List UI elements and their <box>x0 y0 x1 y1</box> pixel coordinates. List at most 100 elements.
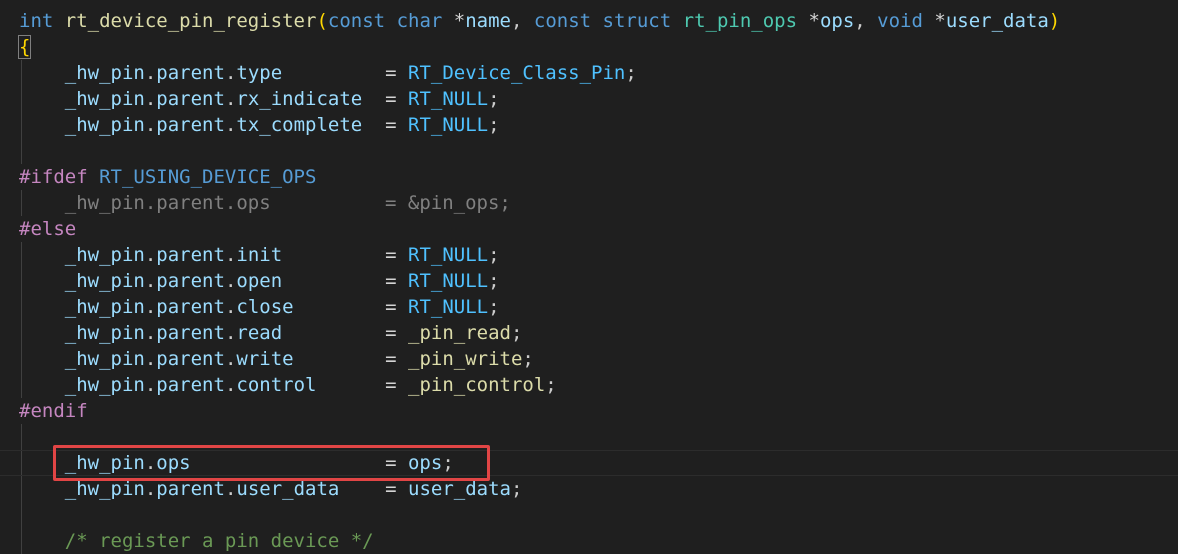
member-parent: parent <box>156 374 225 396</box>
assign-operator: = <box>385 88 409 110</box>
open-brace-matched: { <box>17 35 32 59</box>
code-editor[interactable]: int rt_device_pin_register(const char *n… <box>0 0 1178 554</box>
dot: . <box>224 62 237 84</box>
dot: . <box>224 88 237 110</box>
member-parent: parent <box>156 88 225 110</box>
code-line-assign-open[interactable]: _hw_pin.parent.open = RT_NULL; <box>19 268 500 294</box>
assign-operator: = <box>385 348 408 370</box>
member-parent: parent <box>156 244 225 266</box>
dot: . <box>224 296 237 318</box>
assigned-value: RT_NULL <box>408 296 489 318</box>
object-name: _hw_pin <box>64 114 145 136</box>
code-line-comment[interactable]: /* register a pin device */ <box>19 528 374 554</box>
indent-guide <box>21 424 22 450</box>
void-keyword: void <box>877 10 923 32</box>
dot: . <box>224 374 237 396</box>
member-parent: parent <box>156 478 225 500</box>
object-name: _hw_pin <box>64 88 145 110</box>
preprocessor-ifdef: #ifdef <box>19 166 88 188</box>
code-line-assign-type[interactable]: _hw_pin.parent.type = RT_Device_Class_Pi… <box>19 60 637 86</box>
member-field: control <box>236 374 317 396</box>
code-line-assign-write[interactable]: _hw_pin.parent.write = _pin_write; <box>19 346 534 372</box>
code-line-open-brace[interactable]: { <box>17 34 32 60</box>
assign-operator: = <box>385 296 408 318</box>
close-paren: ) <box>1048 10 1061 32</box>
member-parent: parent <box>156 62 225 84</box>
padding <box>339 478 385 500</box>
assigned-value: RT_NULL <box>408 244 489 266</box>
assigned-function: _pin_write <box>408 348 523 370</box>
code-line-else[interactable]: #else <box>19 216 76 242</box>
semicolon: ; <box>488 88 500 110</box>
pointer-star: * <box>934 10 946 32</box>
comma: , <box>854 10 878 32</box>
code-line-inactive-ops[interactable]: _hw_pin.parent.ops = &pin_ops; <box>19 190 511 216</box>
assign-operator: = <box>385 114 409 136</box>
assign-operator: = <box>385 374 408 396</box>
dot: . <box>224 244 237 266</box>
param-name: name <box>465 10 511 32</box>
assign-operator: = <box>385 62 408 84</box>
assigned-value: RT_Device_Class_Pin <box>408 62 626 84</box>
const-keyword: const <box>533 10 592 32</box>
object-name: _hw_pin <box>64 348 145 370</box>
object-name: _hw_pin <box>64 244 145 266</box>
pointer-star: * <box>808 10 820 32</box>
open-paren: ( <box>316 10 328 32</box>
param-ops: ops <box>819 10 855 32</box>
dot: . <box>224 270 237 292</box>
code-line-signature[interactable]: int rt_device_pin_register(const char *n… <box>19 8 1060 34</box>
dot: . <box>144 478 157 500</box>
semicolon: ; <box>488 296 500 318</box>
member-field: open <box>236 270 283 292</box>
code-line-assign-rx-indicate[interactable]: _hw_pin.parent.rx_indicate = RT_NULL; <box>19 86 500 112</box>
semicolon: ; <box>510 322 523 344</box>
member-parent: parent <box>156 348 225 370</box>
indent-guide <box>21 502 22 528</box>
member-parent: parent <box>156 114 225 136</box>
semicolon: ; <box>488 114 500 136</box>
padding <box>362 114 385 136</box>
annotation-highlight-box <box>53 445 490 481</box>
member-field: read <box>236 322 283 344</box>
padding <box>294 296 386 318</box>
member-field: user_data <box>236 478 340 500</box>
dot: . <box>144 348 157 370</box>
code-line-assign-control[interactable]: _hw_pin.parent.control = _pin_control; <box>19 372 557 398</box>
semicolon: ; <box>625 62 637 84</box>
preprocessor-macro: RT_USING_DEVICE_OPS <box>99 166 317 188</box>
comma: , <box>511 10 534 32</box>
semicolon: ; <box>545 374 557 396</box>
code-line-assign-close[interactable]: _hw_pin.parent.close = RT_NULL; <box>19 294 500 320</box>
dot: . <box>224 348 237 370</box>
const-keyword: const <box>327 10 386 32</box>
code-line-ifdef[interactable]: #ifdef RT_USING_DEVICE_OPS <box>19 164 316 190</box>
member-field: init <box>236 244 283 266</box>
struct-keyword: struct <box>602 10 672 32</box>
preprocessor-endif: #endif <box>19 400 88 422</box>
assign-operator: = <box>385 478 408 500</box>
object-name: _hw_pin <box>64 322 145 344</box>
member-field: type <box>236 62 283 84</box>
padding <box>362 88 385 110</box>
preprocessor-else: #else <box>19 218 77 240</box>
padding <box>294 348 386 370</box>
dot: . <box>144 244 157 266</box>
assigned-function: _pin_read <box>408 322 511 344</box>
dot: . <box>144 296 157 318</box>
code-line-assign-read[interactable]: _hw_pin.parent.read = _pin_read; <box>19 320 523 346</box>
dot: . <box>144 88 157 110</box>
object-name: _hw_pin <box>64 62 145 84</box>
code-line-endif[interactable]: #endif <box>19 398 88 424</box>
semicolon: ; <box>488 244 500 266</box>
assign-operator: = <box>385 270 408 292</box>
dot: . <box>144 270 157 292</box>
dot: . <box>224 114 237 136</box>
object-name: _hw_pin <box>64 374 145 396</box>
padding <box>282 62 385 84</box>
assigned-function: _pin_control <box>408 374 546 396</box>
dot: . <box>144 322 157 344</box>
code-line-assign-init[interactable]: _hw_pin.parent.init = RT_NULL; <box>19 242 500 268</box>
code-line-assign-tx-complete[interactable]: _hw_pin.parent.tx_complete = RT_NULL; <box>19 112 500 138</box>
function-name: rt_device_pin_register <box>64 10 317 32</box>
